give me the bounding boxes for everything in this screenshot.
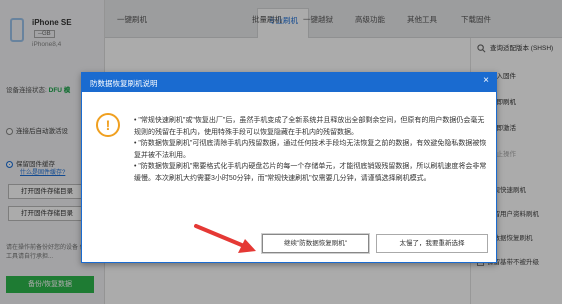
warning-icon: ! (96, 113, 120, 137)
dialog-paragraph: "常规快速刷机"或"恢复出厂"后，虽然手机变成了全新系统并且释放出全部剩余空间，… (134, 115, 488, 138)
dialog-body: "常规快速刷机"或"恢复出厂"后，虽然手机变成了全新系统并且释放出全部剩余空间，… (134, 115, 488, 184)
close-icon[interactable]: × (483, 76, 489, 86)
anti-recovery-dialog: 防数据恢复刷机说明 × ! "常规快速刷机"或"恢复出厂"后，虽然手机变成了全新… (81, 72, 497, 263)
continue-anti-recovery-button[interactable]: 继续"防数据恢复刷机" (262, 234, 369, 253)
dialog-header: 防数据恢复刷机说明 × (82, 73, 496, 92)
dialog-paragraph: "防数据恢复刷机"可彻底清除手机内残留数据，通过任何技术手段均无法恢复之前的数据… (134, 138, 488, 161)
red-arrow-icon (194, 224, 256, 253)
dialog-title: 防数据恢复刷机说明 (90, 79, 158, 88)
reselect-mode-button[interactable]: 太慢了，我要重新选择 (376, 234, 488, 253)
dialog-paragraph: "防数据恢复刷机"需要格式化手机内硬盘芯片的每一个存储单元，才能彻底销毁残留数据… (134, 161, 488, 184)
